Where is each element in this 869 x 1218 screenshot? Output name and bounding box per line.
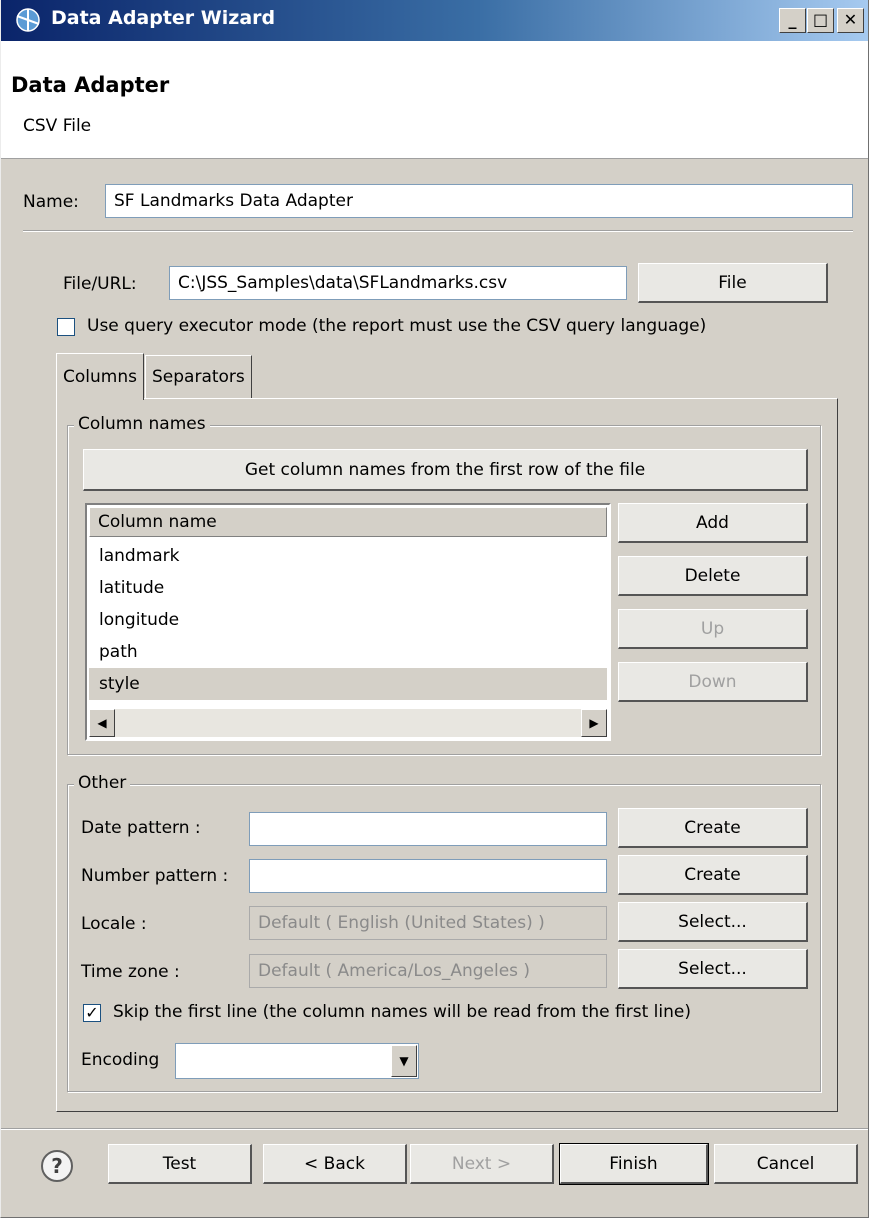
skip-first-line-checkbox[interactable]: ✓ <box>83 1004 101 1022</box>
back-button[interactable]: < Back <box>263 1144 407 1184</box>
table-row[interactable]: landmark <box>89 540 607 572</box>
test-button[interactable]: Test <box>108 1144 252 1184</box>
minimize-button[interactable]: _ <box>779 8 806 33</box>
number-pattern-create-button[interactable]: Create <box>618 855 808 895</box>
scroll-right-icon[interactable]: ▶ <box>581 709 607 737</box>
encoding-select[interactable]: ▼ <box>175 1043 419 1079</box>
table-row[interactable]: path <box>89 636 607 668</box>
file-url-label: File/URL: <box>63 274 137 294</box>
move-up-button[interactable]: Up <box>618 609 808 649</box>
get-column-names-button[interactable]: Get column names from the first row of t… <box>83 449 808 491</box>
cancel-button[interactable]: Cancel <box>714 1144 858 1184</box>
wizard-header: Data Adapter CSV File <box>1 41 868 159</box>
page-subtitle: CSV File <box>23 116 92 136</box>
locale-field: Default ( English (United States) ) <box>249 906 607 940</box>
locale-label: Locale : <box>81 914 147 934</box>
time-zone-label: Time zone : <box>81 962 180 982</box>
column-name-header[interactable]: Column name <box>89 507 607 537</box>
add-column-button[interactable]: Add <box>618 503 808 543</box>
window-title: Data Adapter Wizard <box>51 7 276 29</box>
file-url-input[interactable]: C:\JSS_Samples\data\SFLandmarks.csv <box>169 266 627 300</box>
locale-select-button[interactable]: Select... <box>618 902 808 942</box>
column-names-table[interactable]: Column name landmark latitude longitude … <box>85 503 611 741</box>
maximize-button[interactable]: □ <box>807 8 834 33</box>
table-row[interactable]: latitude <box>89 572 607 604</box>
number-pattern-label: Number pattern : <box>81 866 229 886</box>
data-adapter-wizard-window: Data Adapter Wizard _ □ ✕ Data Adapter C… <box>0 0 869 1218</box>
date-pattern-input[interactable] <box>249 812 607 846</box>
table-row[interactable]: longitude <box>89 604 607 636</box>
help-icon[interactable]: ? <box>41 1150 73 1182</box>
scroll-left-icon[interactable]: ◀ <box>89 709 115 737</box>
time-zone-field: Default ( America/Los_Angeles ) <box>249 954 607 988</box>
title-bar[interactable]: Data Adapter Wizard _ □ ✕ <box>1 0 868 41</box>
time-zone-select-button[interactable]: Select... <box>618 949 808 989</box>
horizontal-scrollbar[interactable]: ◀ ▶ <box>89 709 607 737</box>
number-pattern-input[interactable] <box>249 859 607 893</box>
encoding-label: Encoding <box>81 1050 160 1070</box>
footer-separator <box>1 1128 868 1130</box>
chevron-down-icon[interactable]: ▼ <box>391 1045 417 1077</box>
file-button[interactable]: File <box>638 263 828 303</box>
page-title: Data Adapter <box>11 73 170 97</box>
finish-button[interactable]: Finish <box>559 1143 709 1185</box>
tab-separators[interactable]: Separators <box>145 355 252 398</box>
other-group-title: Other <box>74 773 131 793</box>
separator <box>23 230 853 232</box>
table-row-selected[interactable]: style <box>89 668 607 700</box>
next-button[interactable]: Next > <box>410 1144 554 1184</box>
name-label: Name: <box>23 192 79 212</box>
tab-columns[interactable]: Columns <box>56 353 144 400</box>
date-pattern-label: Date pattern : <box>81 818 201 838</box>
query-executor-label: Use query executor mode (the report must… <box>87 316 707 336</box>
date-pattern-create-button[interactable]: Create <box>618 808 808 848</box>
move-down-button[interactable]: Down <box>618 662 808 702</box>
name-input[interactable]: SF Landmarks Data Adapter <box>105 184 853 218</box>
wizard-icon <box>16 8 40 32</box>
close-button[interactable]: ✕ <box>837 8 864 33</box>
skip-first-line-label: Skip the first line (the column names wi… <box>113 1002 691 1022</box>
query-executor-checkbox[interactable] <box>57 318 75 336</box>
delete-column-button[interactable]: Delete <box>618 556 808 596</box>
column-names-group-title: Column names <box>74 414 210 434</box>
